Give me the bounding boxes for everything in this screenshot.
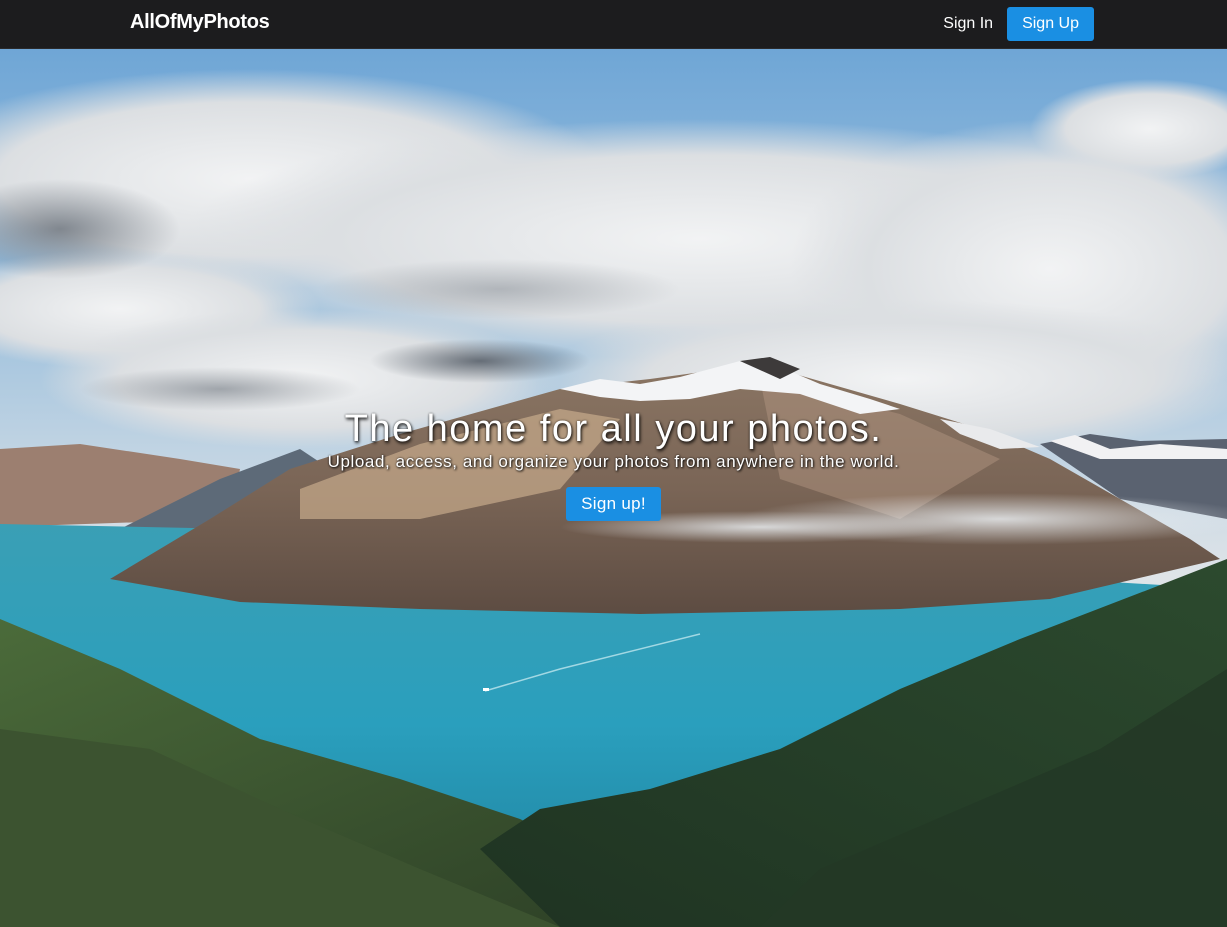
- hero-section: The home for all your photos. Upload, ac…: [0, 49, 1227, 927]
- sign-in-link[interactable]: Sign In: [943, 7, 993, 41]
- top-navbar: AllOfMyPhotos Sign In Sign Up: [0, 0, 1227, 49]
- hero-subtitle: Upload, access, and organize your photos…: [327, 452, 900, 471]
- nav-actions: Sign In Sign Up: [943, 7, 1094, 41]
- brand-logo[interactable]: AllOfMyPhotos: [130, 11, 270, 34]
- hero-sign-up-button[interactable]: Sign up!: [566, 487, 661, 521]
- hero-content: The home for all your photos. Upload, ac…: [0, 406, 1227, 521]
- sign-up-button[interactable]: Sign Up: [1007, 7, 1094, 41]
- hero-title: The home for all your photos.: [344, 408, 883, 450]
